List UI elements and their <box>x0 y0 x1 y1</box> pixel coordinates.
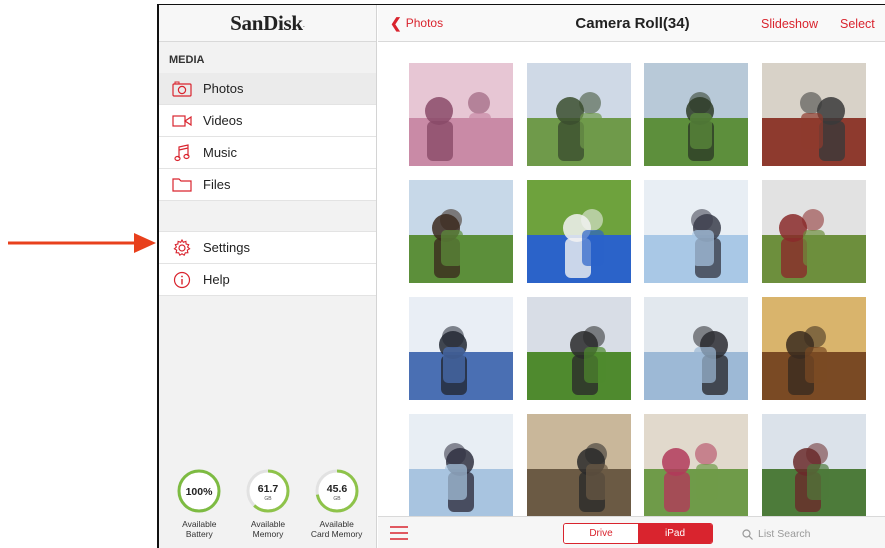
sidebar-item-videos[interactable]: Videos <box>159 105 376 137</box>
photo-image <box>409 297 513 400</box>
photo-image <box>761 414 866 517</box>
photo-image <box>526 297 631 400</box>
photo-woman-laptop-home[interactable] <box>761 297 866 400</box>
photo-image <box>761 63 866 166</box>
gauge-card-memory: 45.6 GB Available Card Memory <box>304 467 370 547</box>
back-button-label: Photos <box>405 16 444 30</box>
storage-gauges: 100% Available Battery 61.7 GB Available Mem… <box>159 467 377 547</box>
gear-icon <box>171 238 193 257</box>
hamburger-icon[interactable] <box>390 526 408 540</box>
info-icon <box>171 271 193 289</box>
slideshow-button[interactable]: Slideshow <box>761 17 818 31</box>
sandisk-logo: SanDisk · <box>159 5 376 42</box>
gauge-ring: 45.6GB <box>315 469 359 513</box>
photo-man-restaurant[interactable] <box>526 414 631 517</box>
sidebar-item-music[interactable]: Music <box>159 137 376 169</box>
camera-icon <box>171 80 193 98</box>
segment-drive[interactable]: Drive <box>564 524 638 543</box>
sidebar-item-files[interactable]: Files <box>159 169 376 201</box>
photo-woman-bike[interactable] <box>644 414 748 517</box>
sidebar-item-settings[interactable]: Settings <box>159 232 376 264</box>
photo-image <box>644 414 748 517</box>
gauge-label: Available Memory <box>250 519 286 539</box>
main-panel: ❮ Photos Camera Roll(34) Slideshow Selec… <box>378 5 885 548</box>
photo-image <box>761 180 866 283</box>
chevron-left-icon: ❮ <box>390 15 402 31</box>
search-icon <box>742 528 753 540</box>
photo-camera-park[interactable] <box>526 297 631 400</box>
folder-icon <box>171 176 193 194</box>
photo-group-picnic[interactable] <box>409 180 513 283</box>
photo-woman-laptop-campus[interactable] <box>761 63 866 166</box>
gauge-memory: 61.7 GB Available Memory <box>235 467 301 547</box>
gauge-value: 45.6 <box>326 483 347 495</box>
photo-image <box>409 180 513 283</box>
photo-image <box>761 297 866 400</box>
photo-snow-photographer[interactable] <box>409 297 513 400</box>
sidebar-item-label: Photos <box>203 81 244 96</box>
photo-image <box>409 414 513 517</box>
gauge-ring: 61.7GB <box>246 469 290 513</box>
photo-image <box>644 297 748 400</box>
photo-image <box>644 180 748 283</box>
sidebar-section-title: MEDIA <box>169 54 205 66</box>
sidebar-item-help[interactable]: Help <box>159 264 376 296</box>
search-placeholder: List Search <box>758 528 811 540</box>
gauge-value: 100% <box>186 486 214 498</box>
photo-group-friends[interactable] <box>644 297 748 400</box>
sidebar-item-label: Videos <box>203 113 243 128</box>
photo-image <box>409 63 513 166</box>
back-button[interactable]: ❮ Photos <box>390 16 443 30</box>
photo-image <box>526 180 631 283</box>
gauge-unit: GB <box>333 496 341 502</box>
segment-ipad[interactable]: iPad <box>638 524 712 543</box>
ipad-screen: SanDisk · MEDIA Photos Videos Music File… <box>157 4 885 548</box>
navigation-bar: ❮ Photos Camera Roll(34) Slideshow Selec… <box>378 5 885 42</box>
gauge-ring: 100% <box>177 469 221 513</box>
select-button[interactable]: Select <box>840 17 875 31</box>
list-search-field[interactable]: List Search <box>742 524 862 544</box>
sidebar: SanDisk · MEDIA Photos Videos Music File… <box>159 5 377 548</box>
photo-winter-hikers[interactable] <box>409 414 513 517</box>
photo-picnic-laptop[interactable] <box>644 63 748 166</box>
sidebar-item-label: Files <box>203 177 231 192</box>
photo-cherry-blossom[interactable] <box>409 63 513 166</box>
photo-woman-library[interactable] <box>761 180 866 283</box>
sidebar-item-label: Settings <box>203 240 250 255</box>
annotation-arrow <box>8 233 156 253</box>
sidebar-item-photos[interactable]: Photos <box>159 73 376 105</box>
photo-image <box>526 414 631 517</box>
gauge-value: 61.7 <box>258 483 279 495</box>
photo-couple-table[interactable] <box>761 414 866 517</box>
gauge-unit: GB <box>264 496 272 502</box>
photo-students-tablet-outdoors[interactable] <box>526 63 631 166</box>
video-camera-icon <box>171 112 193 130</box>
photo-man-dog-field[interactable] <box>526 180 631 283</box>
music-note-icon <box>171 143 193 162</box>
sidebar-item-label: Music <box>203 145 237 160</box>
sidebar-item-label: Help <box>203 272 230 287</box>
photo-image <box>644 63 748 166</box>
gauge-battery: 100% Available Battery <box>166 467 232 547</box>
source-segmented-control: Drive iPad <box>563 523 713 544</box>
gauge-label: Available Card Memory <box>310 519 363 539</box>
screenshot-stage: SanDisk · MEDIA Photos Videos Music File… <box>0 0 885 548</box>
sidebar-spacer <box>159 201 376 232</box>
photo-winter-couple[interactable] <box>644 180 748 283</box>
bottom-toolbar: Drive iPad List Search <box>378 516 885 548</box>
photo-image <box>526 63 631 166</box>
gauge-label: Available Battery <box>182 519 217 539</box>
